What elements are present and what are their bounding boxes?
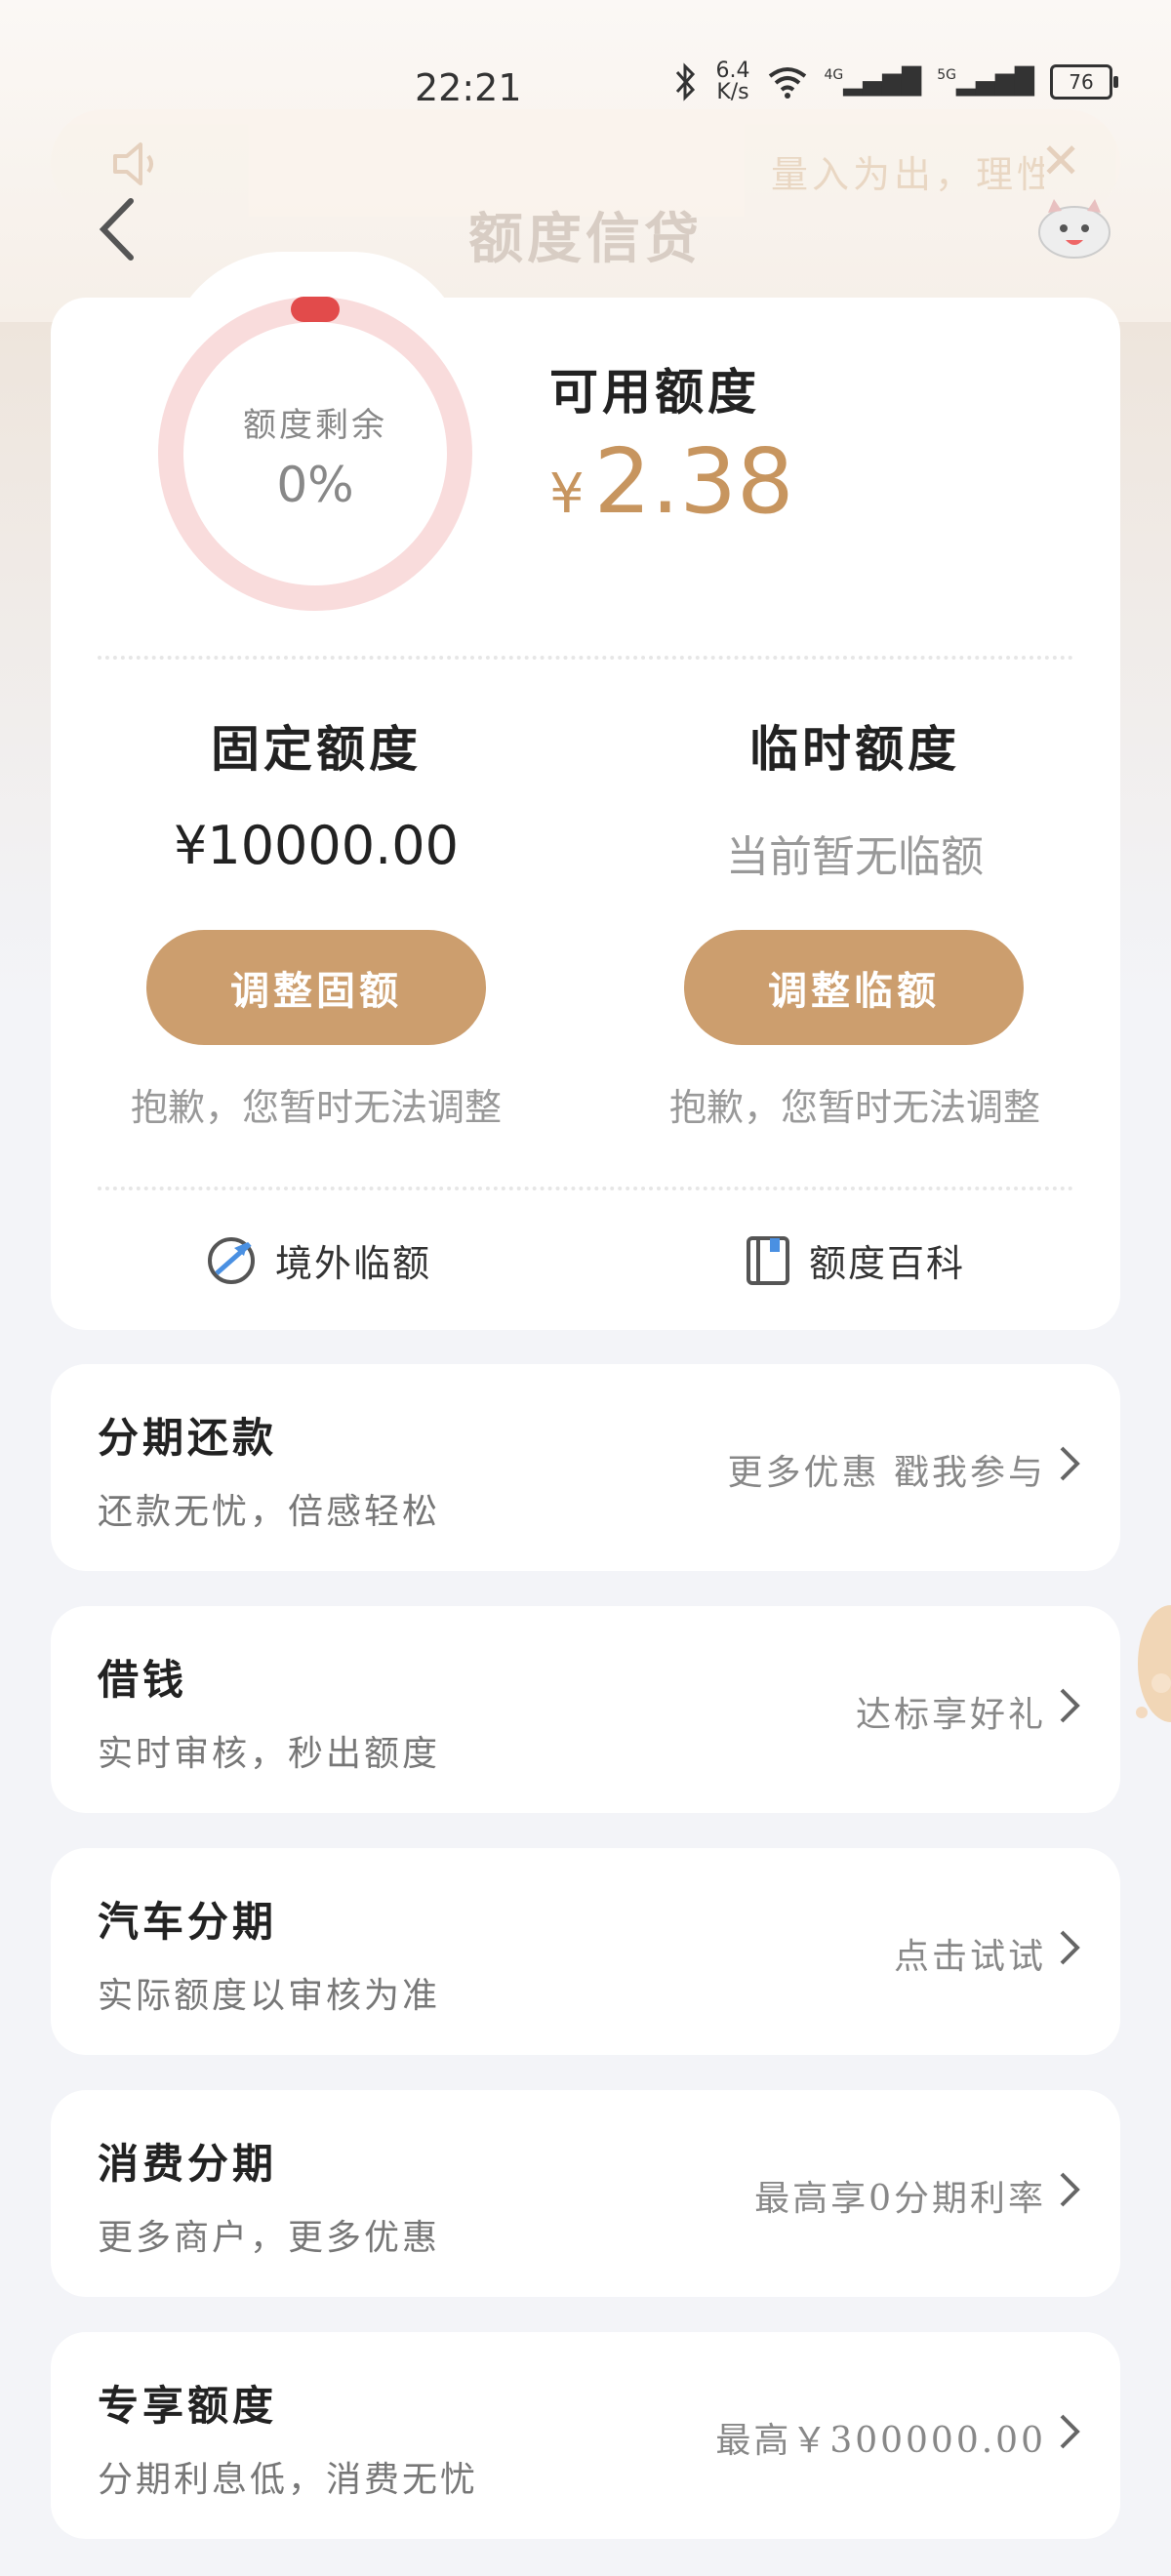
credit-wiki-link[interactable]: 额度百科 <box>745 1233 965 1287</box>
overseas-temp-label: 境外临额 <box>275 1242 432 1285</box>
page-title: 额度信贷 <box>468 207 703 271</box>
bluetooth-icon <box>675 62 695 101</box>
close-icon[interactable]: ✕ <box>1040 137 1081 185</box>
mascot-icon[interactable] <box>1034 193 1114 262</box>
list-item-title: 专享额度 <box>98 2382 278 2430</box>
book-icon <box>747 1235 789 1285</box>
ring-percent: 0% <box>276 457 354 513</box>
chevron-right-icon <box>1060 1688 1080 1723</box>
overseas-temp-link[interactable]: 境外临额 <box>205 1233 431 1287</box>
temporary-title: 临时额度 <box>749 720 960 778</box>
signal-5g: 5G▂▄▆█ <box>937 67 1034 97</box>
remaining-ring: 额度剩余 0% <box>154 293 476 615</box>
ring-chart <box>158 297 472 611</box>
speaker-icon <box>113 142 153 185</box>
chevron-right-icon <box>1060 1930 1080 1965</box>
divider <box>98 656 1073 660</box>
status-time: 22:21 <box>415 66 522 109</box>
notice-text: 量入为出，理性 <box>771 153 1044 196</box>
chevron-right-icon <box>1060 1446 1080 1481</box>
speed-unit: K/s <box>716 80 749 104</box>
temporary-note: 抱歉，您暂时无法调整 <box>668 1086 1040 1129</box>
list-item-action: 最高享0分期利率 <box>754 2179 1046 2219</box>
available-value: 2.38 <box>593 429 794 534</box>
battery-indicator: 76 <box>1050 64 1118 100</box>
adjust-fixed-button[interactable]: 调整固额 <box>146 930 486 1045</box>
fixed-amount: ¥10000.00 <box>173 815 460 876</box>
fixed-note: 抱歉，您暂时无法调整 <box>130 1086 502 1129</box>
list-item-consumer-installment[interactable]: 消费分期 更多商户，更多优惠 最高享0分期利率 <box>51 2090 1120 2297</box>
network-4g-label: 4G <box>824 67 844 83</box>
signal-4g: 4G▂▄▆█ <box>824 67 922 97</box>
list-item-subtitle: 分期利息低，消费无忧 <box>98 2460 479 2500</box>
network-speed: 6.4 K/s <box>716 60 750 103</box>
list-item-action: 点击试试 <box>893 1937 1046 1977</box>
chevron-right-icon <box>1060 2414 1080 2449</box>
list-item-exclusive-credit[interactable]: 专享额度 分期利息低，消费无忧 最高￥300000.00 <box>51 2332 1120 2539</box>
credit-wiki-label: 额度百科 <box>809 1242 966 1285</box>
list-item-installment-repayment[interactable]: 分期还款 还款无忧，倍感轻松 更多优惠 戳我参与 <box>51 1364 1120 1571</box>
list-item-action: 最高￥300000.00 <box>715 2421 1046 2461</box>
list-item-subtitle: 更多商户，更多优惠 <box>98 2218 441 2258</box>
list-item-title: 借钱 <box>98 1656 188 1704</box>
adjust-temporary-button[interactable]: 调整临额 <box>684 930 1024 1045</box>
divider <box>98 1187 1073 1190</box>
wifi-icon <box>768 67 806 99</box>
list-item-action: 达标享好礼 <box>855 1695 1046 1735</box>
fixed-title: 固定额度 <box>211 720 422 778</box>
list-item-car-installment[interactable]: 汽车分期 实际额度以审核为准 点击试试 <box>51 1848 1120 2055</box>
available-amount: ¥ 2.38 <box>549 429 793 534</box>
status-indicators: 6.4 K/s 4G▂▄▆█ 5G▂▄▆█ 76 <box>671 60 1118 103</box>
list-item-subtitle: 实时审核，秒出额度 <box>98 1734 441 1774</box>
speed-value: 6.4 <box>715 59 750 83</box>
plane-globe-icon <box>208 1236 255 1284</box>
list-item-subtitle: 还款无忧，倍感轻松 <box>98 1492 441 1532</box>
list-item-title: 消费分期 <box>98 2140 278 2188</box>
available-label: 可用额度 <box>549 363 760 421</box>
floating-promo-icon[interactable] <box>1132 1576 1171 1751</box>
list-item-borrow[interactable]: 借钱 实时审核，秒出额度 达标享好礼 <box>51 1606 1120 1813</box>
temporary-status: 当前暂无临额 <box>726 832 984 882</box>
list-item-title: 汽车分期 <box>98 1898 278 1946</box>
ring-label: 额度剩余 <box>243 406 387 445</box>
currency-symbol: ¥ <box>549 463 585 526</box>
chevron-right-icon <box>1060 2172 1080 2207</box>
network-5g-label: 5G <box>937 67 957 83</box>
list-item-title: 分期还款 <box>98 1414 278 1462</box>
list-item-action: 更多优惠 戳我参与 <box>727 1453 1046 1493</box>
list-item-subtitle: 实际额度以审核为准 <box>98 1976 441 2016</box>
